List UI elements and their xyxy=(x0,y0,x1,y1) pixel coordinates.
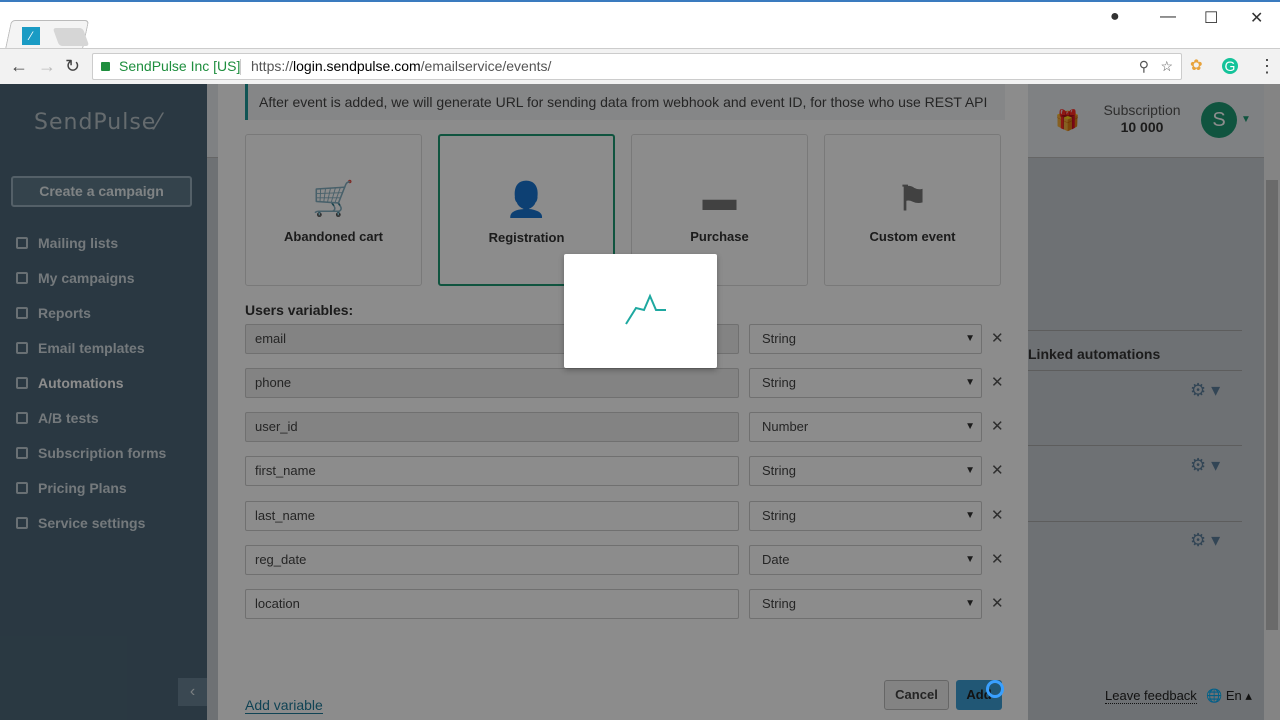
reload-button[interactable]: ↻ xyxy=(65,56,80,77)
sendpulse-favicon-icon: ⁄ xyxy=(22,27,40,45)
zoom-icon[interactable]: ⚲ xyxy=(1139,54,1149,79)
cursor-indicator xyxy=(986,680,1004,698)
profile-icon[interactable]: ● xyxy=(1110,8,1120,26)
address-bar-row: ← → ↻ SendPulse Inc [US] https://login.s… xyxy=(0,48,1280,84)
new-tab-button[interactable] xyxy=(52,28,90,46)
loading-overlay xyxy=(0,84,1280,720)
url-input[interactable]: SendPulse Inc [US] https://login.sendpul… xyxy=(92,53,1182,80)
pulse-loading-icon xyxy=(625,293,666,325)
secure-label: SendPulse Inc [US] xyxy=(119,58,241,74)
maximize-button[interactable]: ☐ xyxy=(1204,8,1218,28)
back-button[interactable]: ← xyxy=(10,56,28,77)
close-window-button[interactable]: ✕ xyxy=(1250,8,1263,28)
loading-spinner xyxy=(564,254,717,368)
forward-button[interactable]: → xyxy=(38,56,56,77)
url-text: https://login.sendpulse.com/emailservice… xyxy=(251,58,552,74)
minimize-button[interactable]: — xyxy=(1160,8,1176,26)
browser-tab-bar: ⁄ ● — ☐ ✕ xyxy=(0,2,1280,50)
lock-icon xyxy=(101,62,110,71)
browser-menu-icon[interactable]: ⋮ xyxy=(1258,56,1276,77)
grammarly-icon[interactable]: G xyxy=(1222,58,1238,74)
app-page: SendPulse⁄ Create a campaign Mailing lis… xyxy=(0,84,1280,720)
bookmark-star-icon[interactable]: ☆ xyxy=(1160,54,1173,79)
extension-icon[interactable]: ✿ xyxy=(1190,56,1203,74)
